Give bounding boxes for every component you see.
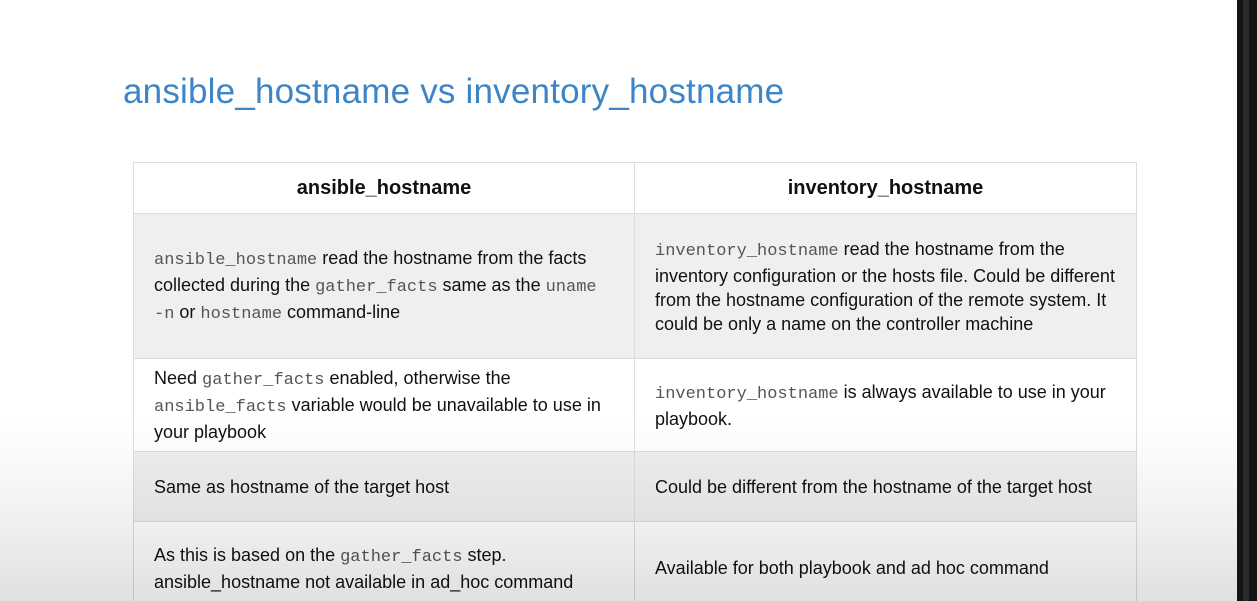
slide-title: ansible_hostname vs inventory_hostname [123,72,785,111]
header-ansible-hostname: ansible_hostname [133,162,635,214]
video-frame: ansible_hostname vs inventory_hostname a… [0,0,1257,601]
scrollbar-track[interactable] [1243,0,1249,601]
cell-row3-ansible: Same as hostname of the target host [133,451,635,522]
cell-row3-inventory: Could be different from the hostname of … [634,451,1137,522]
code-gather-facts: gather_facts [315,277,438,297]
code-gather-facts: gather_facts [340,547,463,567]
cell-row1-ansible: ansible_hostname read the hostname from … [133,213,635,359]
code-inventory-hostname: inventory_hostname [655,384,839,404]
cell-row1-inventory: inventory_hostname read the hostname fro… [634,213,1137,359]
slide: ansible_hostname vs inventory_hostname a… [0,0,1237,601]
cell-row2-inventory: inventory_hostname is always available t… [634,358,1137,452]
table-row: Same as hostname of the target host Coul… [133,451,1137,522]
code-gather-facts: gather_facts [202,371,325,390]
code-ansible-facts: ansible_facts [154,398,287,417]
code-ansible-hostname: ansible_hostname [154,250,318,270]
cell-row4-inventory: Available for both playbook and ad hoc c… [634,521,1137,601]
cell-row4-ansible: As this is based on the gather_facts ste… [133,521,635,601]
table-row: Need gather_facts enabled, otherwise the… [133,358,1137,452]
table-row: As this is based on the gather_facts ste… [133,521,1137,601]
code-hostname: hostname [200,304,283,324]
comparison-table: ansible_hostname inventory_hostname ansi… [133,162,1137,601]
cell-row2-ansible: Need gather_facts enabled, otherwise the… [133,358,635,452]
player-side-strip [1237,0,1257,601]
table-row: ansible_hostname read the hostname from … [133,213,1137,359]
table-header-row: ansible_hostname inventory_hostname [133,162,1137,214]
code-inventory-hostname: inventory_hostname [655,241,839,261]
header-inventory-hostname: inventory_hostname [634,162,1137,214]
